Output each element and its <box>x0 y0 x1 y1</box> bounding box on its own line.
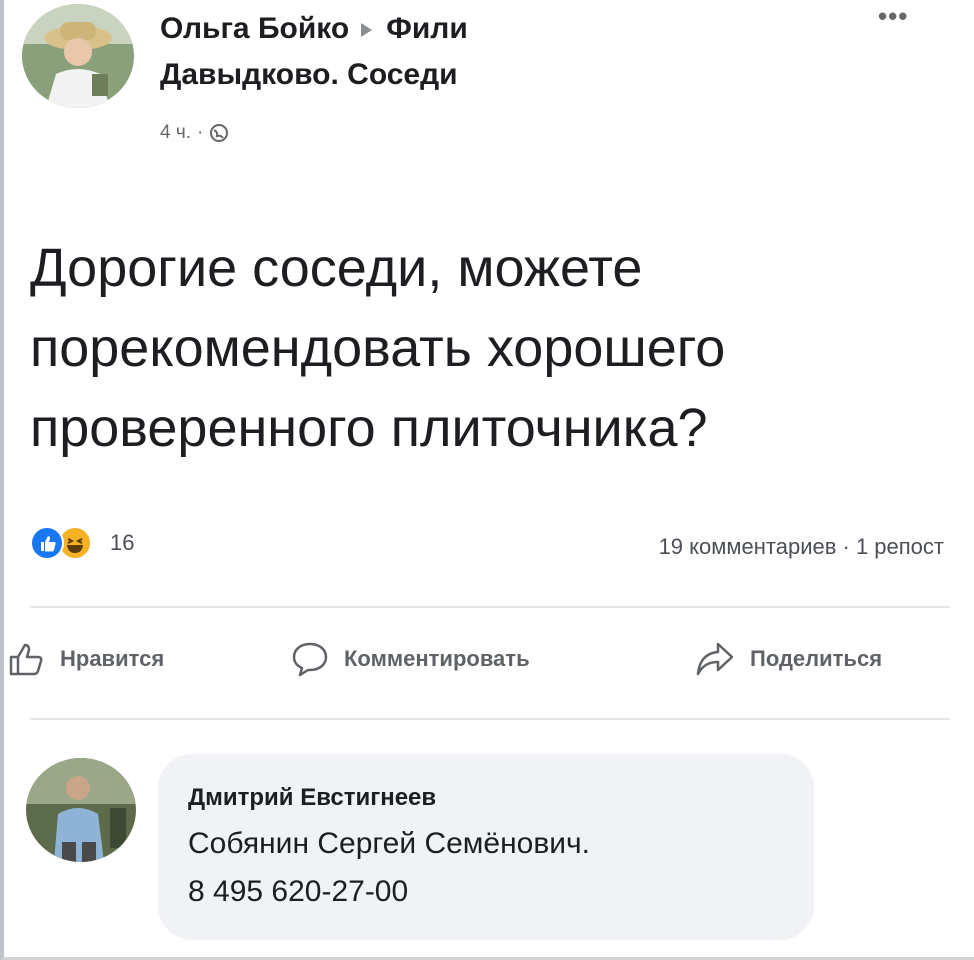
divider <box>30 718 950 720</box>
comment-text-line2: 8 495 620-27-00 <box>188 875 409 908</box>
comment-author[interactable]: Дмитрий Евстигнеев <box>188 784 784 812</box>
share-button-label: Поделиться <box>750 646 883 671</box>
comment-text-line1: Собянин Сергей Семёнович. <box>188 827 591 860</box>
comment-button-label: Комментировать <box>344 646 530 671</box>
globe-icon <box>210 124 229 142</box>
more-icon[interactable]: ••• <box>878 3 908 29</box>
divider <box>30 606 950 608</box>
post-time[interactable]: 4 ч. <box>160 122 191 144</box>
post-meta: 4 ч. · <box>160 122 229 144</box>
author-line: Ольга Бойко Фили <box>160 6 468 52</box>
group-name-part1[interactable]: Фили <box>386 12 468 45</box>
post-text: Дорогие соседи, можете порекомендовать х… <box>30 238 726 458</box>
thumbs-up-icon <box>9 643 43 676</box>
like-button-label: Нравится <box>60 646 165 671</box>
meta-separator: · <box>197 122 204 143</box>
author-name[interactable]: Ольга Бойко <box>160 12 349 45</box>
share-button[interactable]: Поделиться <box>694 640 882 678</box>
comment-icon <box>292 642 328 677</box>
group-name-part2[interactable]: Давыдково. Соседи <box>160 52 458 98</box>
comment-button[interactable]: Комментировать <box>290 640 530 678</box>
comment-bubble: Дмитрий Евстигнеев Собянин Сергей Семёно… <box>158 754 814 940</box>
like-button[interactable]: Нравится <box>8 640 164 678</box>
commenter-avatar[interactable] <box>26 758 136 862</box>
share-icon <box>696 642 734 676</box>
like-reaction-icon <box>30 526 64 560</box>
reaction-count: 16 <box>110 530 135 555</box>
arrow-right-icon <box>361 23 373 38</box>
comments-shares-count[interactable]: 19 комментариев · 1 репост <box>659 534 944 560</box>
reactions-summary[interactable]: 16 <box>30 526 134 560</box>
author-avatar[interactable] <box>22 4 134 108</box>
action-bar: Нравится Комментировать Поделиться <box>8 640 968 700</box>
